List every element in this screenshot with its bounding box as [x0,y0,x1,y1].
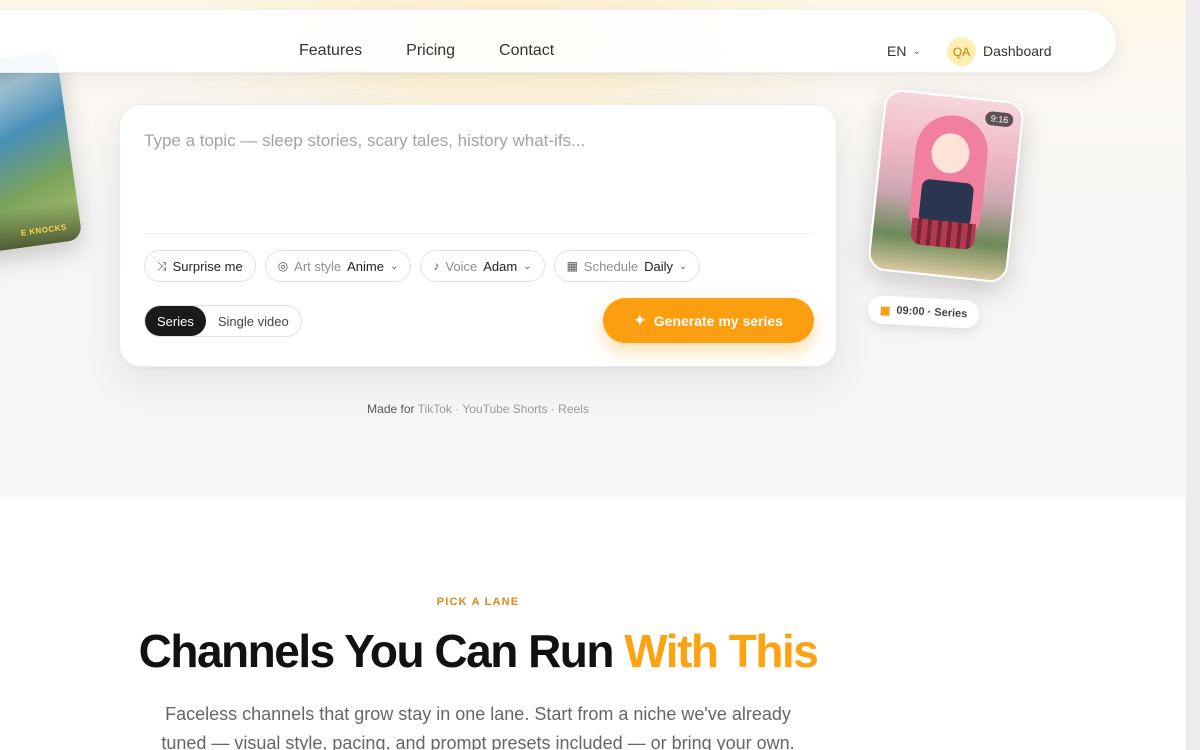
prompt-card: ⤨ Surprise me ◎ Art style Anime ⌄ ♪ Voic… [119,104,837,367]
dashboard-link[interactable]: Dashboard [983,43,1052,59]
language-select[interactable]: EN ⌄ [887,43,921,59]
made-for-prefix: Made for [367,402,415,416]
mode-toggle: Series Single video [144,305,302,337]
surprise-me-label: Surprise me [172,258,243,274]
generate-label: Generate my series [653,312,783,329]
section-title: Channels You Can Run With This [0,624,956,678]
schedule-chip-label: 09:00 · Series [896,304,968,321]
avatar[interactable]: QA [947,37,976,66]
schedule-label: Schedule [583,258,639,274]
section-title-accent: With This [624,625,819,677]
nav-link-contact[interactable]: Contact [499,42,554,60]
aspect-ratio-badge: 9:16 [985,110,1014,128]
chevron-down-icon: ⌄ [679,260,688,272]
calendar-icon: ▦ [879,304,891,317]
voice-label: Voice [445,258,478,274]
voice-value: Adam [483,258,518,274]
art-style-label: Art style [294,258,342,274]
surprise-me-button[interactable]: ⤨ Surprise me [144,250,256,282]
hero-section: E KNOCKS 9:16 ▦ 09:00 · Series ⤨ Surpris… [0,0,1200,497]
nav-links: Features Pricing Contact [299,42,554,60]
section-subtitle: Faceless channels that grow stay in one … [161,704,795,750]
art-style-value: Anime [347,258,384,274]
section-title-main: Channels You Can Run [138,625,615,677]
platforms-list: TikTok · YouTube Shorts · Reels [417,402,589,416]
made-for-line: Made for TikTok · YouTube Shorts · Reels [0,402,956,416]
chevron-down-icon: ⌄ [523,260,532,272]
microphone-icon: ♪ [433,259,440,273]
showcase-card-landscape[interactable]: E KNOCKS [0,51,83,259]
nav-link-features[interactable]: Features [299,42,362,60]
generate-series-button[interactable]: ✦ Generate my series [603,298,814,343]
palette-icon: ◎ [277,259,289,273]
schedule-chip: ▦ 09:00 · Series [867,295,981,329]
art-style-select[interactable]: ◎ Art style Anime ⌄ [264,250,412,282]
language-value: EN [887,43,907,59]
topic-input[interactable] [144,131,814,231]
schedule-select[interactable]: ▦ Schedule Daily ⌄ [553,250,701,282]
divider [144,233,812,234]
sparkles-icon: ✦ [634,312,646,328]
chevron-down-icon: ⌄ [912,45,921,57]
mode-single-video-button[interactable]: Single video [206,306,301,336]
section-eyebrow: PICK A LANE [436,596,520,608]
calendar-icon: ▦ [566,259,578,273]
showcase-card-anime[interactable]: 9:16 [866,88,1026,284]
shuffle-icon: ⤨ [157,258,167,273]
scrollbar-track[interactable] [1186,0,1200,750]
options-row: ⤨ Surprise me ◎ Art style Anime ⌄ ♪ Voic… [144,250,701,282]
voice-select[interactable]: ♪ Voice Adam ⌄ [420,250,545,282]
nav-link-pricing[interactable]: Pricing [406,42,455,60]
chevron-down-icon: ⌄ [390,260,399,272]
schedule-value: Daily [644,258,674,274]
mode-series-button[interactable]: Series [145,306,206,336]
anime-figure-skirt [909,217,977,251]
top-nav: deo Features Pricing Contact EN ⌄ QA Das… [0,9,1117,73]
